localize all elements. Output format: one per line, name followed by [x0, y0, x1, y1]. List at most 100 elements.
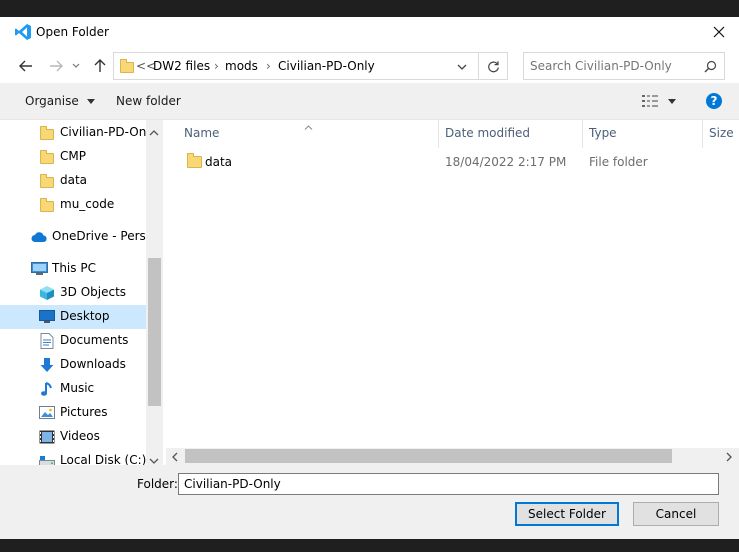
nav-item-label: Videos	[60, 429, 100, 443]
breadcrumb-item[interactable]: Civilian-PD-Only	[278, 59, 375, 73]
music-icon	[40, 381, 56, 397]
vscode-logo-icon	[14, 23, 32, 41]
scroll-left-icon[interactable]	[172, 451, 178, 465]
nav-item-label: Music	[60, 381, 95, 395]
file-type: File folder	[589, 155, 648, 169]
nav-item-label: OneDrive - Person	[52, 229, 161, 243]
command-bar: Organise New folder ?	[0, 83, 739, 120]
column-divider	[702, 120, 703, 148]
arrow-up-icon	[94, 59, 106, 72]
back-button[interactable]	[15, 55, 37, 77]
arrow-right-icon	[50, 60, 63, 72]
arrow-left-icon	[19, 60, 32, 72]
refresh-icon	[487, 60, 499, 72]
breadcrumb-item[interactable]: DW2 files	[153, 59, 210, 73]
folder-icon	[40, 125, 56, 141]
folder-icon	[40, 149, 56, 165]
nav-item-label: 3D Objects	[60, 285, 127, 299]
organise-label: Organise	[25, 94, 79, 108]
caret-down-icon	[86, 99, 95, 104]
nav-item-label: Documents	[60, 333, 129, 347]
nav-item-label: data	[60, 173, 88, 187]
window-title: Open Folder	[36, 25, 109, 39]
close-button[interactable]	[705, 19, 733, 45]
close-icon	[713, 26, 725, 38]
dialog-footer: Folder: Select Folder Cancel	[0, 465, 739, 539]
caret-down-icon	[668, 99, 676, 104]
file-list-hscrollbar-thumb[interactable]	[185, 449, 672, 463]
nav-item-3d-objects[interactable]: 3D Objects	[0, 281, 146, 305]
folder-icon	[120, 59, 134, 73]
search-box[interactable]	[523, 52, 725, 80]
navigation-scrollbar-thumb[interactable]	[148, 258, 161, 406]
nav-item-pictures[interactable]: Pictures	[0, 401, 146, 425]
nav-item-onedrive[interactable]: OneDrive - Person	[0, 225, 161, 249]
address-divider	[478, 53, 479, 79]
nav-item-this-pc[interactable]: This PC	[0, 257, 146, 281]
pictures-icon	[39, 405, 55, 421]
scroll-up-icon[interactable]	[149, 125, 159, 139]
file-date-modified: 18/04/2022 2:17 PM	[445, 155, 567, 169]
nav-item-documents[interactable]: Documents	[0, 329, 146, 353]
column-divider	[438, 120, 439, 148]
select-folder-button[interactable]: Select Folder	[515, 502, 619, 526]
folder-icon	[40, 197, 56, 213]
disk-icon	[39, 453, 55, 465]
cube-icon	[39, 285, 55, 301]
folder-icon	[40, 173, 56, 189]
chevron-down-icon	[72, 63, 80, 68]
sort-ascending-icon	[304, 119, 313, 133]
forward-button[interactable]	[45, 55, 67, 77]
documents-icon	[40, 333, 56, 349]
nav-item-local-disk[interactable]: Local Disk (C:)	[0, 449, 146, 465]
nav-item-videos[interactable]: Videos	[0, 425, 146, 449]
download-icon	[39, 357, 55, 373]
organise-menu[interactable]: Organise	[25, 94, 95, 108]
folder-field-label: Folder:	[137, 477, 178, 491]
search-icon	[704, 60, 717, 76]
nav-item-label: Downloads	[60, 357, 126, 371]
navigation-pane: Civilian-PD-Only CMP data mu_code OneDri…	[0, 120, 163, 465]
nav-item-music[interactable]: Music	[0, 377, 146, 401]
nav-item-cmp[interactable]: CMP	[0, 145, 146, 169]
title-bar: Open Folder	[0, 17, 739, 49]
column-divider	[582, 120, 583, 148]
nav-item-label: Desktop	[60, 309, 110, 323]
nav-item-data[interactable]: data	[0, 169, 146, 193]
breadcrumb-separator-icon: ›	[214, 59, 219, 73]
help-button[interactable]: ?	[706, 93, 722, 109]
computer-icon	[31, 261, 48, 277]
refresh-button[interactable]	[484, 57, 502, 75]
nav-item-downloads[interactable]: Downloads	[0, 353, 146, 377]
nav-item-label: CMP	[60, 149, 86, 163]
cloud-icon	[31, 229, 47, 245]
breadcrumb-separator-icon: ›	[266, 59, 271, 73]
nav-item-label: mu_code	[60, 197, 115, 211]
nav-item-desktop[interactable]: Desktop	[0, 305, 146, 329]
view-options-button[interactable]	[642, 93, 680, 109]
address-bar[interactable]: << DW2 files › mods › Civilian-PD-Only	[113, 52, 508, 80]
breadcrumb-item[interactable]: mods	[225, 59, 258, 73]
file-name: data	[205, 155, 233, 169]
recent-locations-button[interactable]	[69, 55, 83, 77]
nav-item-label: This PC	[52, 261, 96, 275]
address-dropdown-button[interactable]	[454, 61, 470, 73]
nav-item-label: Pictures	[60, 405, 108, 419]
nav-item-mu-code[interactable]: mu_code	[0, 193, 146, 217]
desktop-icon	[39, 309, 55, 325]
folder-icon	[187, 153, 202, 168]
new-folder-button[interactable]: New folder	[116, 94, 181, 108]
nav-item-label: Local Disk (C:)	[60, 453, 147, 465]
details-view-icon	[642, 95, 658, 107]
search-input[interactable]	[530, 57, 698, 75]
up-button[interactable]	[89, 55, 111, 77]
chevron-down-icon	[457, 64, 467, 70]
file-row[interactable]: data 18/04/2022 2:17 PM File folder	[166, 150, 739, 172]
cancel-button[interactable]: Cancel	[633, 502, 719, 526]
folder-name-input[interactable]	[178, 473, 719, 495]
help-icon: ?	[710, 94, 718, 108]
nav-item-label: Civilian-PD-Only	[60, 125, 157, 139]
open-folder-dialog: Open Folder << DW2 files › mods › Civili…	[0, 17, 739, 539]
nav-item-civilian-pd-only[interactable]: Civilian-PD-Only	[0, 121, 157, 145]
scroll-right-icon[interactable]	[726, 451, 732, 465]
